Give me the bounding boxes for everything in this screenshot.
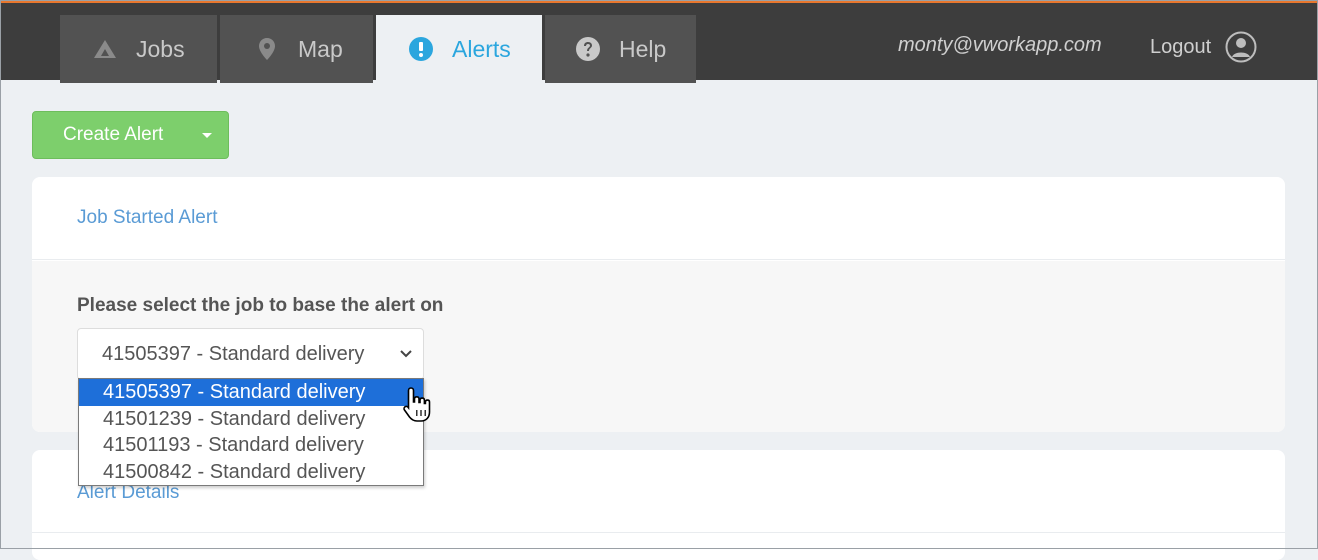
job-select-label: Please select the job to base the alert … xyxy=(77,295,444,316)
top-navigation-bar: Jobs Map Alerts Help monty@vworkapp.com … xyxy=(0,0,1318,83)
tab-map[interactable]: Map xyxy=(220,15,373,83)
hand-pointer-icon xyxy=(403,387,431,422)
job-select[interactable]: 41505397 - Standard delivery xyxy=(77,328,424,380)
job-option[interactable]: 41500842 - Standard delivery xyxy=(79,459,423,486)
tab-alerts[interactable]: Alerts xyxy=(376,15,542,83)
panel-header: Job Started Alert xyxy=(32,177,1285,260)
job-option[interactable]: 41505397 - Standard delivery xyxy=(79,379,423,406)
tab-jobs-label: Jobs xyxy=(136,35,185,62)
logout-button[interactable]: Logout xyxy=(1150,31,1257,63)
job-option[interactable]: 41501193 - Standard delivery xyxy=(79,432,423,459)
logout-label: Logout xyxy=(1150,35,1212,58)
tab-help-label: Help xyxy=(619,35,667,62)
create-alert-label: Create Alert xyxy=(63,124,164,145)
tab-alerts-label: Alerts xyxy=(452,35,511,62)
exclamation-circle-icon xyxy=(408,36,434,62)
user-email: monty@vworkapp.com xyxy=(898,34,1102,56)
question-circle-icon xyxy=(575,36,601,62)
user-avatar-icon xyxy=(1225,31,1257,63)
create-alert-button[interactable]: Create Alert xyxy=(32,111,229,159)
map-pin-icon xyxy=(254,36,280,62)
triangle-icon xyxy=(92,36,118,62)
chevron-down-icon xyxy=(400,350,412,358)
tab-help[interactable]: Help xyxy=(545,15,696,83)
caret-down-icon[interactable] xyxy=(202,132,212,138)
tab-jobs[interactable]: Jobs xyxy=(60,15,217,83)
job-select-dropdown: 41505397 - Standard delivery 41501239 - … xyxy=(78,378,424,486)
divider xyxy=(32,532,1285,533)
job-select-value: 41505397 - Standard delivery xyxy=(102,342,365,365)
job-option[interactable]: 41501239 - Standard delivery xyxy=(79,406,423,433)
job-started-alert-title: Job Started Alert xyxy=(77,207,218,228)
tab-map-label: Map xyxy=(298,35,343,62)
